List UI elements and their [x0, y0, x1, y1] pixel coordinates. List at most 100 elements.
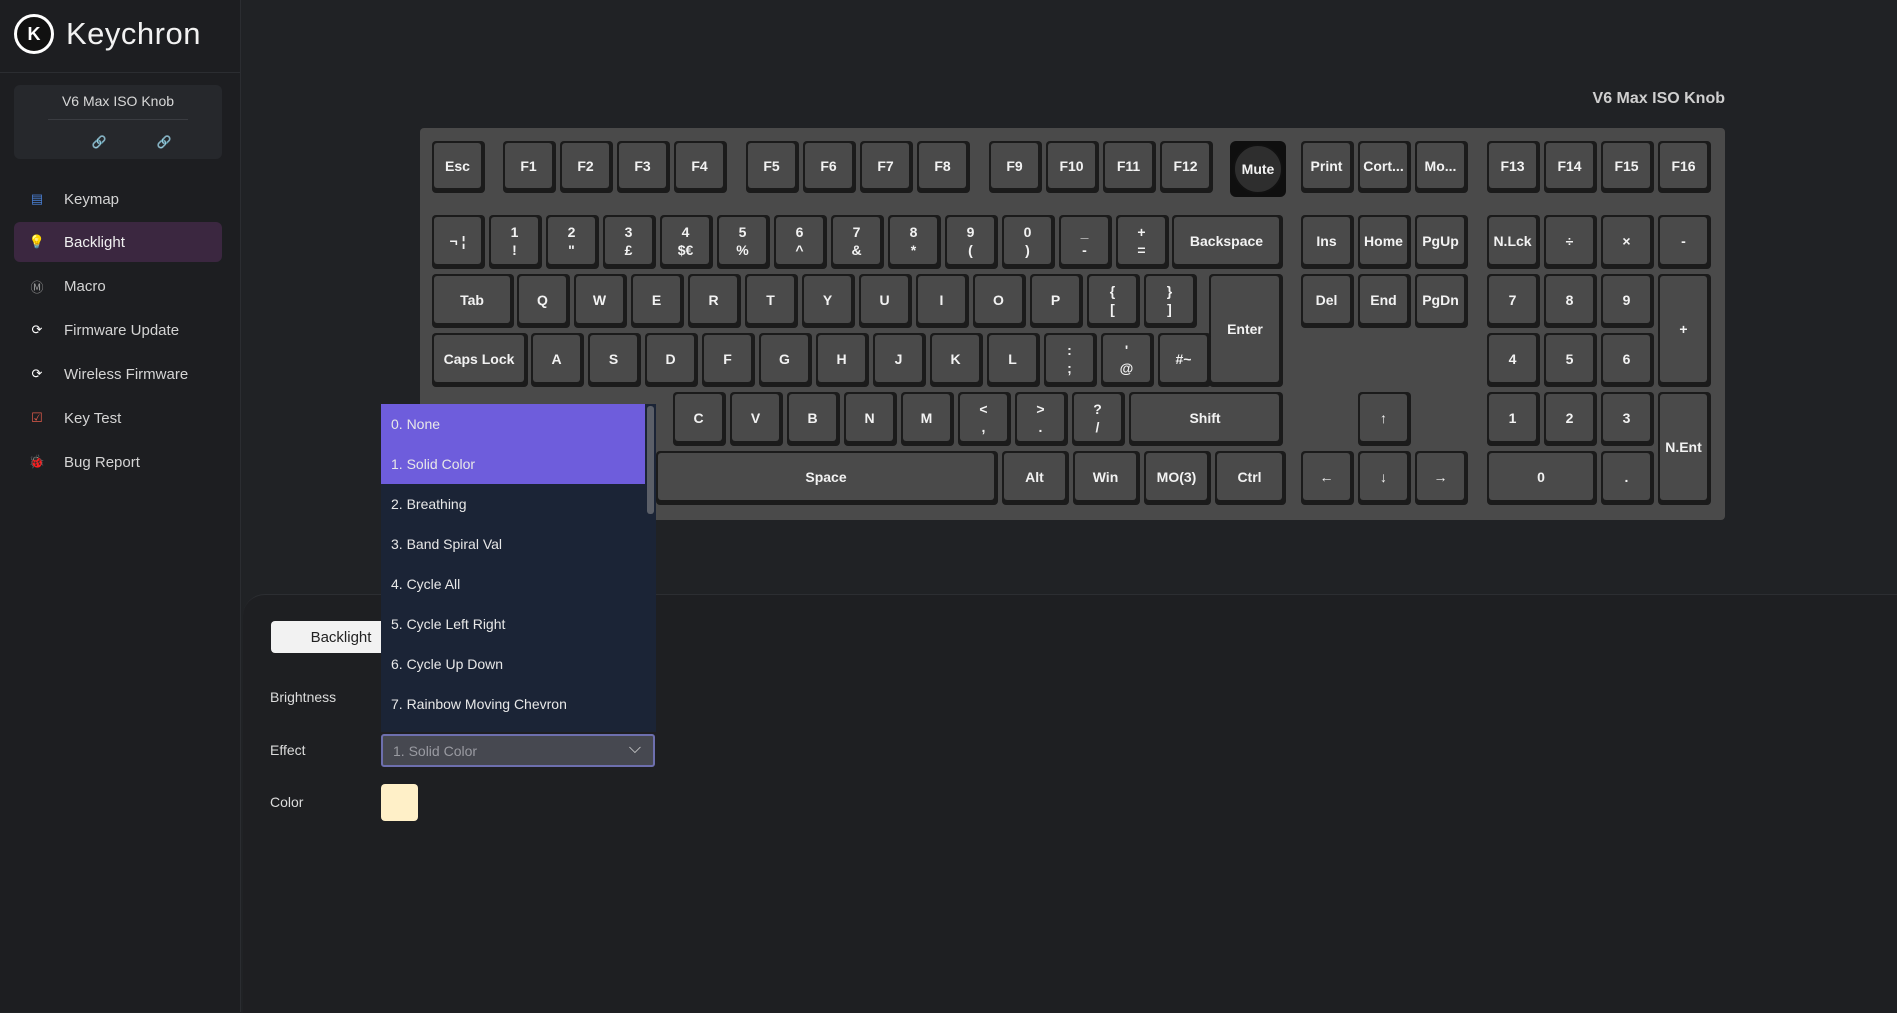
key[interactable]: 9( [945, 215, 998, 269]
sidebar-item-macro[interactable]: ⓂMacro [14, 266, 222, 306]
key[interactable]: #~ [1158, 333, 1211, 387]
link-icon[interactable]: 🔗 [90, 135, 108, 149]
dropdown-option[interactable]: 3. Band Spiral Val [381, 524, 645, 564]
key[interactable]: N.Ent [1658, 392, 1711, 505]
key[interactable]: :; [1044, 333, 1097, 387]
key[interactable]: PgUp [1415, 215, 1468, 269]
key[interactable]: 7 [1487, 274, 1540, 328]
key[interactable]: }] [1144, 274, 1197, 328]
key[interactable]: W [574, 274, 627, 328]
dropdown-option[interactable]: 1. Solid Color [381, 444, 645, 484]
key[interactable]: F3 [617, 141, 670, 193]
key[interactable]: Q [517, 274, 570, 328]
key[interactable]: 8* [888, 215, 941, 269]
mute-knob[interactable]: Mute [1230, 141, 1286, 197]
key[interactable]: 4$€ [660, 215, 713, 269]
key[interactable]: F8 [917, 141, 970, 193]
key[interactable]: 6^ [774, 215, 827, 269]
key[interactable]: F9 [989, 141, 1042, 193]
key[interactable]: Alt [1002, 451, 1069, 505]
key[interactable]: += [1116, 215, 1169, 269]
key[interactable]: 0) [1002, 215, 1055, 269]
dropdown-option[interactable]: 4. Cycle All [381, 564, 645, 604]
key[interactable]: ?/ [1072, 392, 1125, 446]
key[interactable]: V [730, 392, 783, 446]
key[interactable]: ¬ ¦ [432, 215, 485, 269]
dropdown-option[interactable]: 6. Cycle Up Down [381, 644, 645, 684]
unlink-icon[interactable]: 🔗 [155, 135, 173, 149]
key[interactable]: F1 [503, 141, 556, 193]
key[interactable]: + [1658, 274, 1711, 387]
key[interactable]: Ins [1301, 215, 1354, 269]
dropdown-option[interactable]: 5. Cycle Left Right [381, 604, 645, 644]
key[interactable]: _- [1059, 215, 1112, 269]
key[interactable]: 0 [1487, 451, 1597, 505]
key[interactable]: Mo... [1415, 141, 1468, 193]
key[interactable]: Cort... [1358, 141, 1411, 193]
sidebar-item-wireless-firmware[interactable]: ⟳Wireless Firmware [14, 354, 222, 394]
key[interactable]: U [859, 274, 912, 328]
key[interactable]: R [688, 274, 741, 328]
key[interactable]: T [745, 274, 798, 328]
key[interactable]: F13 [1487, 141, 1540, 193]
key[interactable]: F11 [1103, 141, 1156, 193]
key[interactable]: F15 [1601, 141, 1654, 193]
key[interactable]: - [1658, 215, 1711, 269]
key[interactable]: ↓ [1358, 451, 1411, 505]
dropdown-option[interactable]: 7. Rainbow Moving Chevron [381, 684, 645, 724]
key[interactable]: F4 [674, 141, 727, 193]
key[interactable]: F14 [1544, 141, 1597, 193]
key[interactable]: Ctrl [1215, 451, 1286, 505]
key[interactable]: → [1415, 451, 1468, 505]
key[interactable]: PgDn [1415, 274, 1468, 328]
key[interactable]: C [673, 392, 726, 446]
key[interactable]: >. [1015, 392, 1068, 446]
key[interactable]: F16 [1658, 141, 1711, 193]
key[interactable]: 6 [1601, 333, 1654, 387]
key[interactable]: Space [656, 451, 998, 505]
key[interactable]: Backspace [1172, 215, 1283, 269]
color-swatch[interactable] [381, 784, 418, 821]
key[interactable]: P [1030, 274, 1083, 328]
key[interactable]: 1 [1487, 392, 1540, 446]
key[interactable]: 2" [546, 215, 599, 269]
key[interactable]: <, [958, 392, 1011, 446]
key[interactable]: L [987, 333, 1040, 387]
key[interactable]: G [759, 333, 812, 387]
key[interactable]: I [916, 274, 969, 328]
key[interactable]: 3 [1601, 392, 1654, 446]
key[interactable]: 4 [1487, 333, 1540, 387]
key[interactable]: 7& [831, 215, 884, 269]
key[interactable]: N.Lck [1487, 215, 1540, 269]
key[interactable]: K [930, 333, 983, 387]
key[interactable]: D [645, 333, 698, 387]
key[interactable]: M [901, 392, 954, 446]
key[interactable]: Tab [432, 274, 514, 328]
key[interactable]: Y [802, 274, 855, 328]
key[interactable]: Home [1358, 215, 1411, 269]
key[interactable]: J [873, 333, 926, 387]
key[interactable]: 5 [1544, 333, 1597, 387]
key[interactable]: MO(3) [1144, 451, 1211, 505]
sidebar-item-bug-report[interactable]: 🐞Bug Report [14, 442, 222, 482]
key[interactable]: N [844, 392, 897, 446]
key[interactable]: ← [1301, 451, 1354, 505]
key[interactable]: Caps Lock [432, 333, 528, 387]
effect-select[interactable]: 1. Solid Color ⌵ [381, 734, 655, 767]
key[interactable]: Del [1301, 274, 1354, 328]
key[interactable]: F [702, 333, 755, 387]
key[interactable]: B [787, 392, 840, 446]
key[interactable]: O [973, 274, 1026, 328]
sidebar-item-firmware-update[interactable]: ⟳Firmware Update [14, 310, 222, 350]
key[interactable]: H [816, 333, 869, 387]
key[interactable]: F10 [1046, 141, 1099, 193]
key[interactable]: '@ [1101, 333, 1154, 387]
key[interactable]: Enter [1209, 274, 1283, 387]
key[interactable]: F2 [560, 141, 613, 193]
key[interactable]: ↑ [1358, 392, 1411, 446]
key[interactable]: S [588, 333, 641, 387]
key[interactable]: F12 [1160, 141, 1213, 193]
key[interactable]: 9 [1601, 274, 1654, 328]
dropdown-option[interactable]: 2. Breathing [381, 484, 645, 524]
key[interactable]: F6 [803, 141, 856, 193]
